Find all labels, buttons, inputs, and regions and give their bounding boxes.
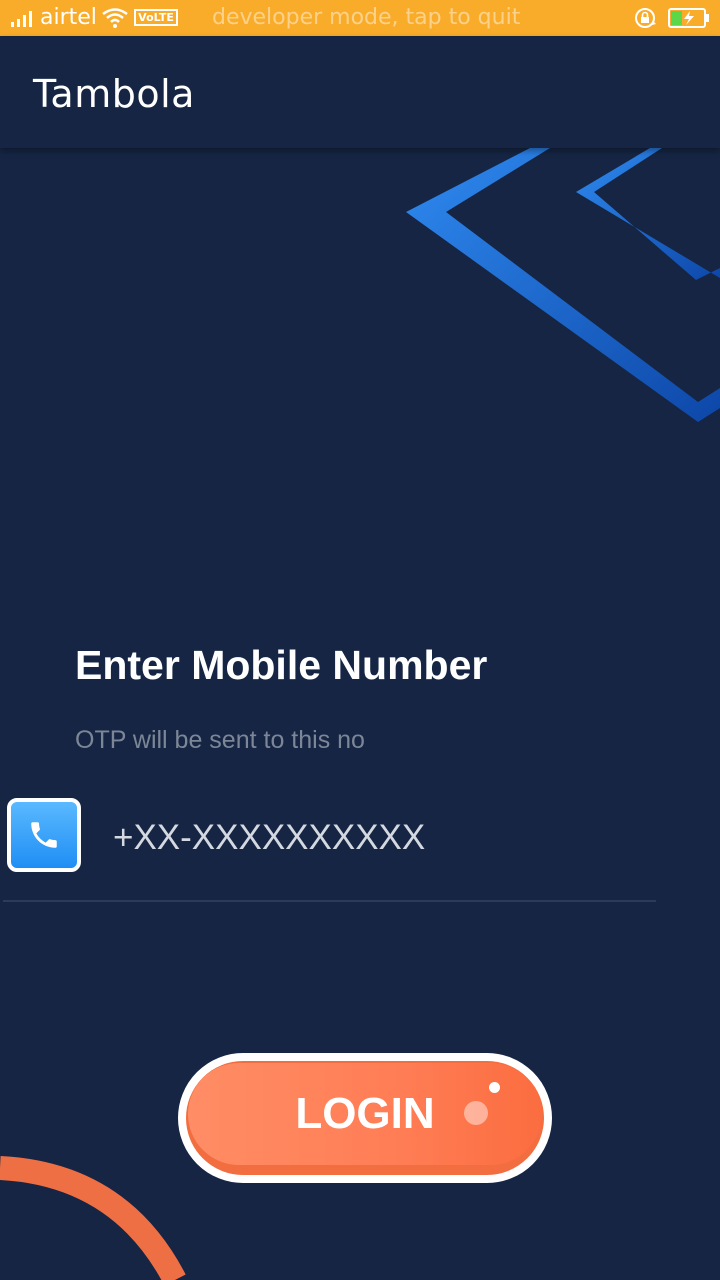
- battery-charging-icon: [668, 8, 709, 28]
- signal-icon: [11, 11, 32, 27]
- phone-icon: [31, 822, 57, 848]
- login-button-label: LOGIN: [295, 1089, 435, 1138]
- decorative-arc: [0, 1156, 186, 1280]
- login-decor-dot: [464, 1101, 488, 1125]
- decorative-diamonds: [406, 148, 720, 422]
- page-subtitle: OTP will be sent to this no: [75, 726, 365, 754]
- volte-badge: VoLTE: [134, 9, 178, 26]
- page-heading: Enter Mobile Number: [75, 642, 488, 688]
- app-bar: Tambola: [0, 36, 720, 148]
- app-title: Tambola: [33, 72, 195, 116]
- input-underline: [3, 900, 656, 902]
- login-button[interactable]: LOGIN: [178, 1053, 552, 1183]
- status-bar: airtel VoLTE developer mode, tap to quit: [0, 0, 720, 36]
- carrier-name: airtel: [40, 5, 97, 30]
- wifi-icon: [102, 8, 128, 28]
- developer-mode-notice[interactable]: developer mode, tap to quit: [212, 5, 520, 30]
- login-screen: airtel VoLTE developer mode, tap to quit…: [0, 0, 720, 1280]
- phone-icon-button[interactable]: [7, 798, 81, 872]
- login-decor-dot-small: [489, 1082, 500, 1093]
- phone-number-input[interactable]: [100, 810, 663, 866]
- rotation-lock-icon: [635, 8, 656, 28]
